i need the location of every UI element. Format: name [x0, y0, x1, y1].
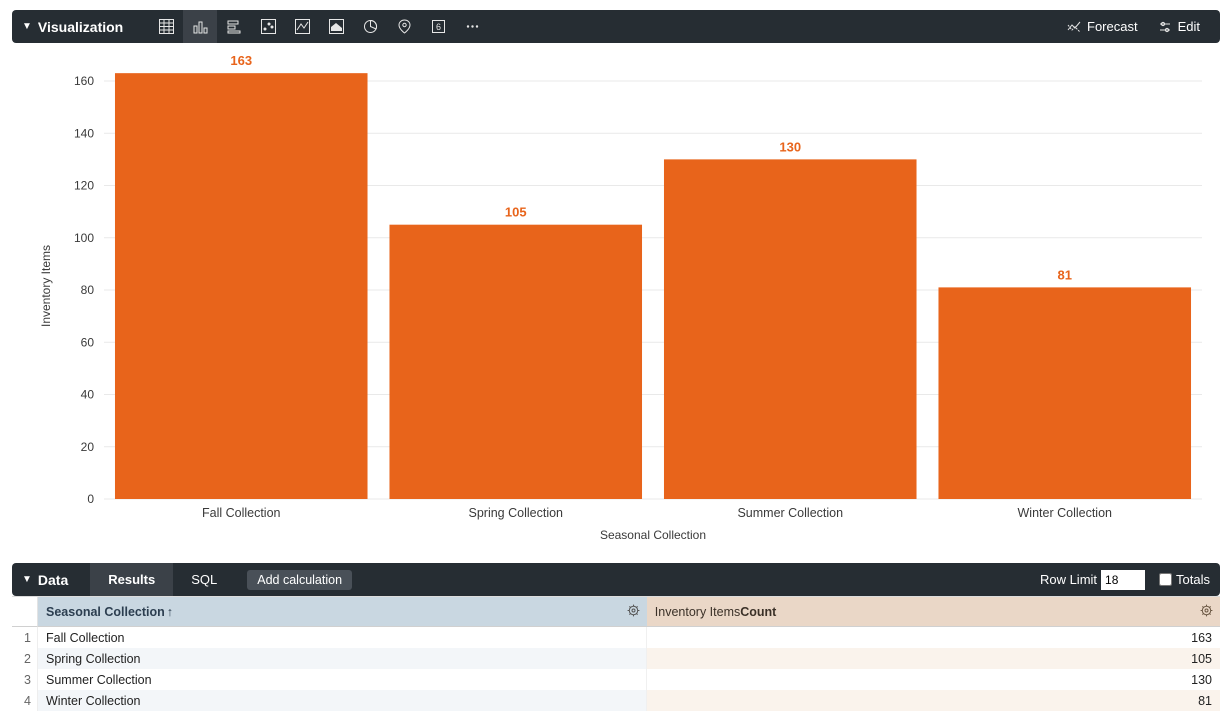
- table-row[interactable]: 3Summer Collection130: [12, 669, 1220, 690]
- category-label: Fall Collection: [202, 506, 281, 520]
- bar[interactable]: [389, 225, 642, 499]
- cell-count: 105: [647, 648, 1220, 669]
- totals-checkbox[interactable]: [1159, 573, 1172, 586]
- svg-text:160: 160: [74, 74, 94, 88]
- svg-text:140: 140: [74, 126, 94, 140]
- sliders-icon: [1158, 20, 1172, 34]
- tab-sql[interactable]: SQL: [173, 563, 235, 596]
- column-header-seasonal[interactable]: Seasonal Collection ↑: [38, 597, 647, 627]
- cell-name: Winter Collection: [38, 690, 647, 711]
- x-axis-title: Seasonal Collection: [600, 528, 706, 542]
- row-number: 1: [12, 627, 38, 648]
- more-viz-icon[interactable]: [455, 10, 489, 43]
- cell-name: Summer Collection: [38, 669, 647, 690]
- table-header: Seasonal Collection ↑ Inventory Items Co…: [12, 597, 1220, 627]
- svg-text:120: 120: [74, 179, 94, 193]
- bar-value-label: 130: [779, 139, 801, 154]
- bar-value-label: 163: [230, 53, 252, 68]
- cell-count: 81: [647, 690, 1220, 711]
- bar-chart-icon[interactable]: [217, 10, 251, 43]
- map-pin-icon[interactable]: [387, 10, 421, 43]
- cell-name: Fall Collection: [38, 627, 647, 648]
- bar-value-label: 105: [505, 205, 527, 220]
- category-label: Spring Collection: [469, 506, 564, 520]
- row-limit-label: Row Limit: [1040, 572, 1097, 587]
- cell-count: 163: [647, 627, 1220, 648]
- svg-text:40: 40: [81, 388, 95, 402]
- forecast-icon: [1067, 20, 1081, 34]
- sort-asc-icon: ↑: [167, 605, 173, 619]
- table-row[interactable]: 1Fall Collection163: [12, 627, 1220, 648]
- viz-type-icons: 6: [149, 10, 489, 43]
- column-header-count[interactable]: Inventory Items Count: [647, 597, 1220, 627]
- category-label: Summer Collection: [737, 506, 843, 520]
- svg-text:60: 60: [81, 335, 95, 349]
- svg-text:80: 80: [81, 283, 95, 297]
- panel-title: Visualization: [38, 19, 123, 35]
- row-number: 2: [12, 648, 38, 669]
- column-chart-icon[interactable]: [183, 10, 217, 43]
- gear-icon[interactable]: [1199, 603, 1214, 621]
- forecast-button[interactable]: Forecast: [1057, 19, 1148, 34]
- area-chart-icon[interactable]: [319, 10, 353, 43]
- table-viz-icon[interactable]: [149, 10, 183, 43]
- tab-results[interactable]: Results: [90, 563, 173, 596]
- svg-text:100: 100: [74, 231, 94, 245]
- bar-value-label: 81: [1058, 267, 1072, 282]
- row-number: 3: [12, 669, 38, 690]
- results-table: Seasonal Collection ↑ Inventory Items Co…: [12, 596, 1220, 711]
- row-number: 4: [12, 690, 38, 711]
- svg-text:0: 0: [87, 492, 94, 506]
- bar[interactable]: [115, 73, 368, 499]
- edit-button[interactable]: Edit: [1148, 19, 1210, 34]
- data-toolbar: ▼ Data Results SQL Add calculation Row L…: [12, 563, 1220, 596]
- row-limit-input[interactable]: [1101, 570, 1145, 590]
- svg-text:6: 6: [436, 22, 441, 32]
- collapse-toggle[interactable]: ▼: [22, 21, 32, 32]
- visualization-toolbar: ▼ Visualization 6: [12, 10, 1220, 43]
- y-axis-title: Inventory Items: [39, 245, 53, 327]
- table-row[interactable]: 2Spring Collection105: [12, 648, 1220, 669]
- bar[interactable]: [938, 287, 1191, 499]
- data-title: Data: [38, 572, 68, 588]
- add-calculation-button[interactable]: Add calculation: [247, 570, 352, 590]
- svg-text:20: 20: [81, 440, 95, 454]
- category-label: Winter Collection: [1018, 506, 1113, 520]
- single-value-icon[interactable]: 6: [421, 10, 455, 43]
- scatter-chart-icon[interactable]: [251, 10, 285, 43]
- data-collapse-toggle[interactable]: ▼: [22, 574, 32, 585]
- totals-toggle[interactable]: Totals: [1159, 572, 1210, 587]
- gear-icon[interactable]: [626, 603, 641, 621]
- chart-container: 0 20 40 60 80 100 120 140 160 163 Fall Collection 1…: [12, 43, 1220, 559]
- bar-chart: 0 20 40 60 80 100 120 140 160 163 Fall Collection 1…: [32, 53, 1212, 553]
- pie-chart-icon[interactable]: [353, 10, 387, 43]
- table-row[interactable]: 4Winter Collection81: [12, 690, 1220, 711]
- line-chart-icon[interactable]: [285, 10, 319, 43]
- bar[interactable]: [664, 159, 917, 499]
- cell-name: Spring Collection: [38, 648, 647, 669]
- cell-count: 130: [647, 669, 1220, 690]
